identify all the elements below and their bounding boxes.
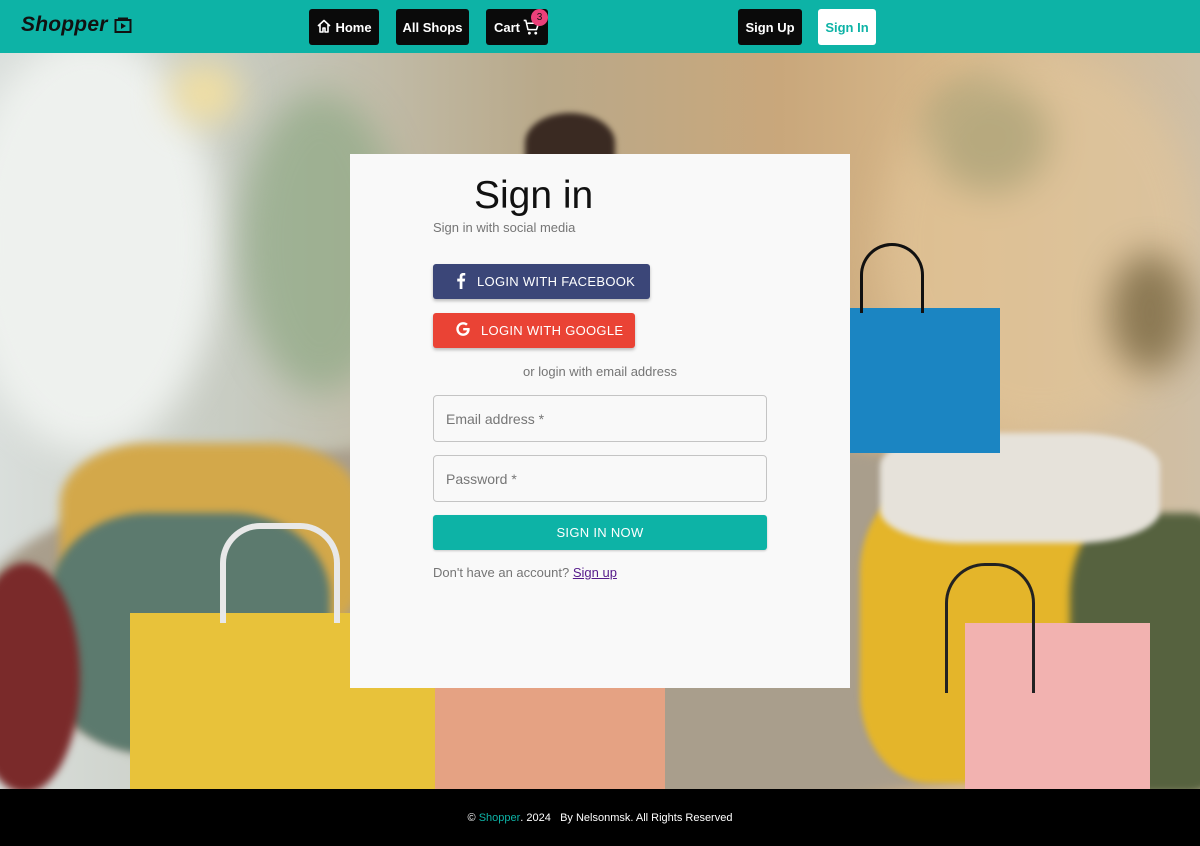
lamp-glow [170,63,240,123]
video-library-icon [114,16,132,34]
password-field[interactable] [433,455,767,502]
or-email-divider-text: or login with email address [523,364,677,379]
signin-card: Sign in Sign in with social media LOGIN … [350,154,850,688]
signin-subtitle: Sign in with social media [433,220,576,235]
nav-signup-button[interactable]: Sign Up [738,9,802,45]
footer-rights-text: By Nelsonmsk. All Rights Reserved [560,811,733,824]
sign-in-now-label: SIGN IN NOW [556,525,644,540]
cart-icon: 3 [523,8,548,36]
pink-shopping-bag [945,563,1150,789]
navbar: Shopper Home All Shops Cart 3 Sign Up Si… [0,0,1200,53]
footer-brand-link[interactable]: Shopper [479,812,521,824]
nav-signin-button[interactable]: Sign In [818,9,876,45]
nav-cart-button[interactable]: Cart 3 [486,8,548,45]
login-google-label: LOGIN WITH GOOGLE [481,323,624,338]
login-facebook-button[interactable]: LOGIN WITH FACEBOOK [433,264,650,299]
google-icon [455,321,471,340]
nav-home-button[interactable]: Home [309,9,379,45]
nav-home-label: Home [335,19,372,35]
facebook-icon [455,272,467,292]
vase-blur [1110,253,1190,373]
nav-all-shops-button[interactable]: All Shops [396,9,469,45]
cart-count-badge: 3 [531,8,548,26]
signin-title: Sign in [474,174,594,217]
blue-shopping-bag [850,243,1000,453]
nav-signup-label: Sign Up [745,19,795,35]
no-account-prompt: Don't have an account? Sign up [433,565,617,580]
login-facebook-label: LOGIN WITH FACEBOOK [477,274,636,289]
brand-name: Shopper [21,13,108,36]
nav-cart-label: Cart [493,19,520,35]
login-google-button[interactable]: LOGIN WITH GOOGLE [433,313,635,348]
orange-shopping-bag [435,683,665,789]
home-icon [316,18,332,37]
nav-all-shops-label: All Shops [402,19,463,35]
footer-year: . 2024 [520,811,551,824]
signup-link[interactable]: Sign up [573,565,617,580]
no-account-text: Don't have an account? [433,565,570,580]
brand-logo[interactable]: Shopper [21,13,132,37]
email-field[interactable] [433,395,767,442]
footer: © Shopper. 2024 By Nelsonmsk. All Rights… [0,789,1200,846]
sign-in-now-button[interactable]: SIGN IN NOW [433,515,767,550]
nav-signin-label: Sign In [825,19,869,35]
copyright-symbol: © [467,811,476,824]
